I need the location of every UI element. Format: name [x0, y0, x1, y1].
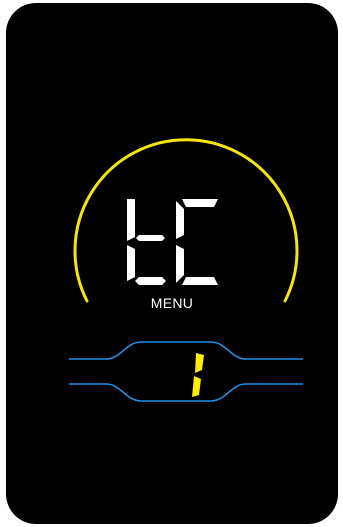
value-digit-segments	[192, 353, 204, 397]
gauge-arc	[73, 138, 299, 303]
menu-label: MENU	[150, 295, 194, 311]
channel-line-top	[69, 341, 303, 360]
mode-char-t	[127, 199, 166, 285]
display-panel: MENU	[6, 3, 338, 524]
display-graphics	[69, 138, 303, 402]
channel-lines	[69, 341, 303, 402]
mode-char-c	[176, 199, 218, 285]
channel-line-bottom	[69, 383, 303, 402]
mode-code-segments	[127, 199, 218, 285]
